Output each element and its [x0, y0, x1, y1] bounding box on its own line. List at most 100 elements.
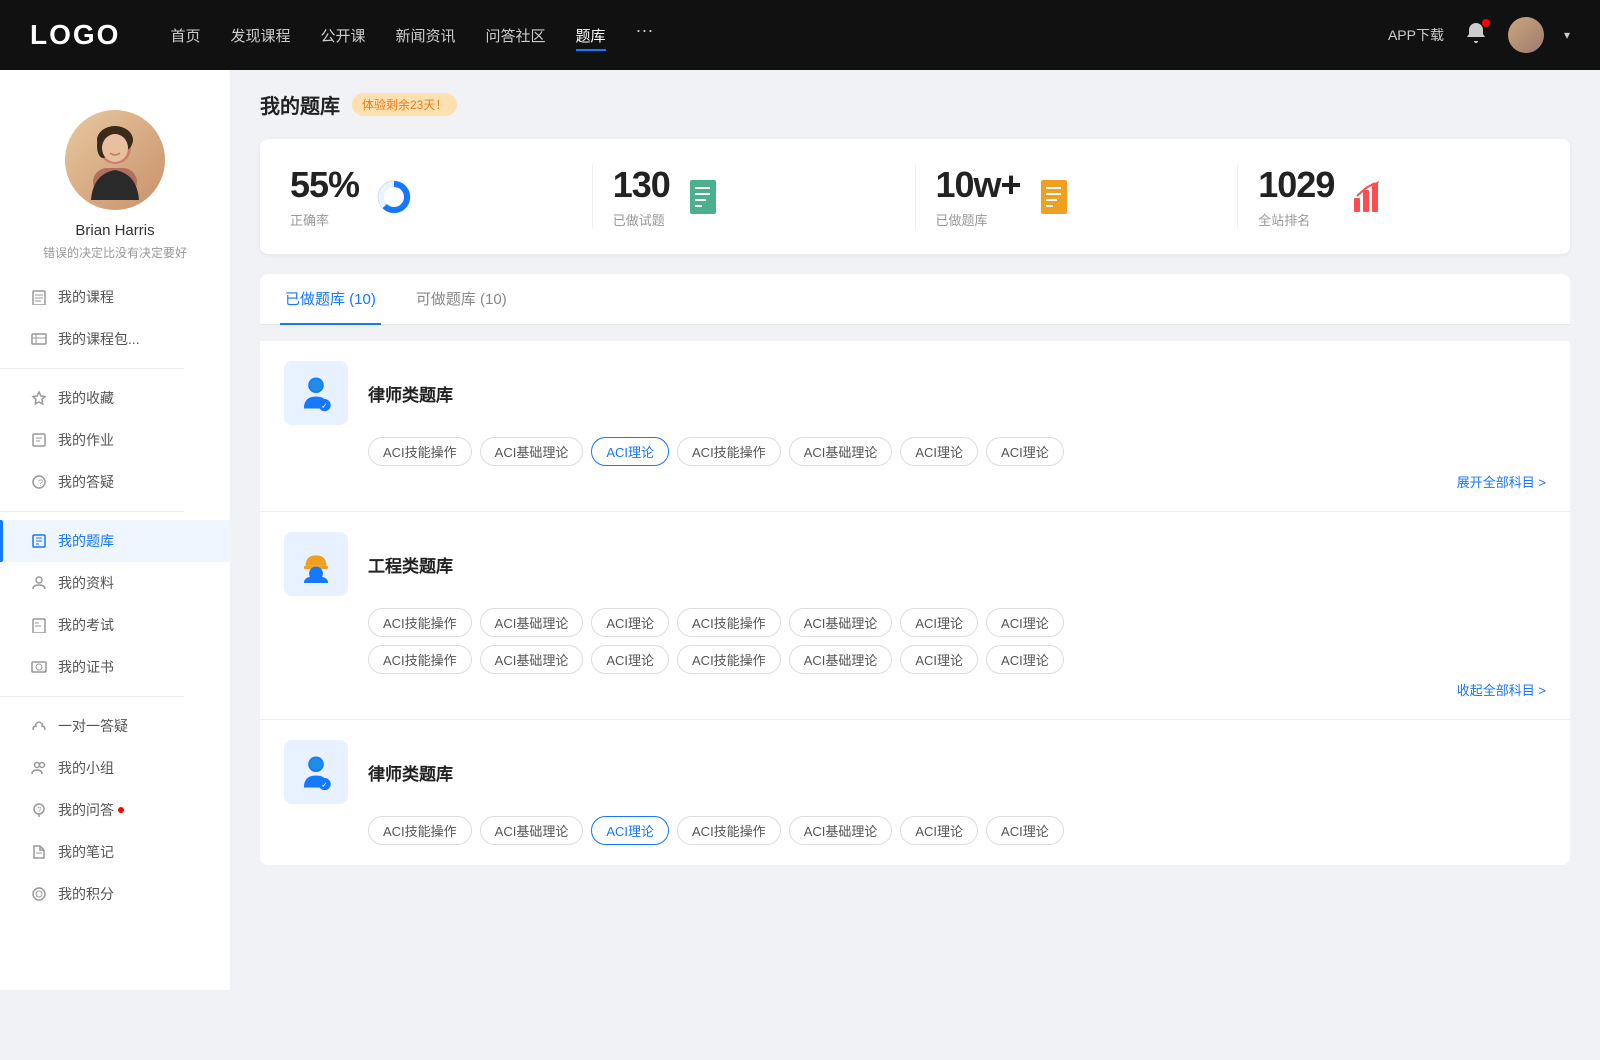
nav-home[interactable]: 首页	[170, 20, 200, 51]
bank-card-3-tags: ACI技能操作 ACI基础理论 ACI理论 ACI技能操作 ACI基础理论 AC…	[284, 816, 1546, 845]
rank-value: 1029	[1258, 164, 1334, 206]
sidebar-label-questionbank: 我的题库	[58, 531, 114, 551]
sidebar-divider-1	[0, 368, 184, 369]
bank-3-tag-6[interactable]: ACI理论	[986, 816, 1064, 845]
bank-3-tag-3[interactable]: ACI技能操作	[677, 816, 781, 845]
sidebar-item-my-qa[interactable]: ? 我的问答	[0, 789, 230, 831]
sidebar-label-favorites: 我的收藏	[58, 388, 114, 408]
sidebar-item-course[interactable]: 我的课程	[0, 276, 230, 318]
bank-1-tag-5[interactable]: ACI理论	[900, 437, 978, 466]
sidebar-item-notes[interactable]: 我的笔记	[0, 831, 230, 873]
profile-motto: 错误的决定比没有决定要好	[43, 244, 187, 261]
bank-1-expand[interactable]: 展开全部科目 >	[284, 466, 1546, 491]
nav-news[interactable]: 新闻资讯	[396, 20, 456, 51]
questions-done-label: 已做试题	[613, 210, 670, 229]
bank-2-collapse[interactable]: 收起全部科目 >	[284, 674, 1546, 699]
rank-value-wrap: 1029 全站排名	[1258, 164, 1334, 229]
course-icon	[30, 288, 48, 306]
bank-2-tag-r2-5[interactable]: ACI理论	[900, 645, 978, 674]
app-download-button[interactable]: APP下载	[1388, 25, 1444, 45]
bank-2-tag-r2-4[interactable]: ACI基础理论	[789, 645, 893, 674]
banks-done-value: 10w+	[936, 164, 1021, 206]
sidebar-item-exam[interactable]: 我的考试	[0, 604, 230, 646]
sidebar-label-course-pkg: 我的课程包...	[58, 329, 140, 349]
bank-2-tag-r2-0[interactable]: ACI技能操作	[368, 645, 472, 674]
nav-discover[interactable]: 发现课程	[230, 20, 290, 51]
bank-3-tag-1[interactable]: ACI基础理论	[480, 816, 584, 845]
nav-questionbank[interactable]: 题库	[576, 20, 606, 51]
sidebar-item-group[interactable]: 我的小组	[0, 747, 230, 789]
bank-1-tag-4[interactable]: ACI基础理论	[789, 437, 893, 466]
user-avatar[interactable]	[1508, 17, 1544, 53]
questions-done-value: 130	[613, 164, 670, 206]
sidebar-label-certificate: 我的证书	[58, 657, 114, 677]
notification-bell[interactable]	[1464, 21, 1488, 50]
nav-qa[interactable]: 问答社区	[486, 20, 546, 51]
nav-more[interactable]: ···	[636, 20, 654, 51]
profile-avatar	[65, 110, 165, 210]
sidebar-item-homework[interactable]: 我的作业	[0, 419, 230, 461]
bank-card-2-tags-row2: ACI技能操作 ACI基础理论 ACI理论 ACI技能操作 ACI基础理论 AC…	[284, 645, 1546, 674]
nav-open-course[interactable]: 公开课	[320, 20, 365, 51]
bank-2-tag-r2-6[interactable]: ACI理论	[986, 645, 1064, 674]
bank-card-3-header: ✓ 律师类题库	[284, 740, 1546, 804]
bank-3-tag-2[interactable]: ACI理论	[591, 816, 669, 845]
doc-yellow-icon	[1037, 178, 1075, 216]
banks-done-label: 已做题库	[936, 210, 1021, 229]
svg-text:✓: ✓	[321, 781, 328, 790]
sidebar: Brian Harris 错误的决定比没有决定要好 我的课程 我的课程包...	[0, 70, 230, 990]
pie-chart-svg	[374, 177, 414, 217]
bank-3-tag-4[interactable]: ACI基础理论	[789, 816, 893, 845]
sidebar-label-points: 我的积分	[58, 884, 114, 904]
sidebar-item-one-on-one[interactable]: 一对一答疑	[0, 705, 230, 747]
points-icon	[30, 885, 48, 903]
bank-3-tag-0[interactable]: ACI技能操作	[368, 816, 472, 845]
bank-2-tag-r1-1[interactable]: ACI基础理论	[480, 608, 584, 637]
notes-icon	[30, 843, 48, 861]
bank-card-2-title: 工程类题库	[368, 552, 453, 577]
sidebar-item-certificate[interactable]: 我的证书	[0, 646, 230, 688]
bank-2-tag-r1-6[interactable]: ACI理论	[986, 608, 1064, 637]
bank-2-tag-r1-3[interactable]: ACI技能操作	[677, 608, 781, 637]
exam-icon	[30, 616, 48, 634]
bank-2-tag-r2-3[interactable]: ACI技能操作	[677, 645, 781, 674]
bank-1-tag-6[interactable]: ACI理论	[986, 437, 1064, 466]
bank-card-2-tags-row1: ACI技能操作 ACI基础理论 ACI理论 ACI技能操作 ACI基础理论 AC…	[284, 608, 1546, 637]
bank-2-tag-r2-1[interactable]: ACI基础理论	[480, 645, 584, 674]
sidebar-profile: Brian Harris 错误的决定比没有决定要好	[43, 90, 187, 276]
bank-2-tag-r1-2[interactable]: ACI理论	[591, 608, 669, 637]
bank-1-tag-2[interactable]: ACI理论	[591, 437, 669, 466]
bank-1-tag-0[interactable]: ACI技能操作	[368, 437, 472, 466]
bank-1-tag-3[interactable]: ACI技能操作	[677, 437, 781, 466]
bank-2-tag-r1-4[interactable]: ACI基础理论	[789, 608, 893, 637]
sidebar-item-course-pkg[interactable]: 我的课程包...	[0, 318, 230, 360]
stat-questions-done: 130 已做试题	[613, 164, 916, 229]
sidebar-item-questionbank[interactable]: 我的题库	[0, 520, 230, 562]
tab-available-banks[interactable]: 可做题库 (10)	[411, 274, 512, 325]
nav-dropdown-arrow[interactable]: ▾	[1564, 28, 1570, 42]
sidebar-item-profile[interactable]: 我的资料	[0, 562, 230, 604]
rank-icon	[1349, 177, 1389, 217]
bank-1-tag-1[interactable]: ACI基础理论	[480, 437, 584, 466]
bank-2-tag-r1-0[interactable]: ACI技能操作	[368, 608, 472, 637]
nav-links: 首页 发现课程 公开课 新闻资讯 问答社区 题库 ···	[170, 20, 1388, 51]
sidebar-item-favorites[interactable]: 我的收藏	[0, 377, 230, 419]
sidebar-item-qa-help[interactable]: ? 我的答疑	[0, 461, 230, 503]
trial-badge: 体验剩余23天！	[352, 93, 457, 116]
tab-done-banks[interactable]: 已做题库 (10)	[280, 274, 381, 325]
sidebar-label-course: 我的课程	[58, 287, 114, 307]
one-on-one-icon	[30, 717, 48, 735]
main-layout: Brian Harris 错误的决定比没有决定要好 我的课程 我的课程包...	[0, 70, 1600, 990]
bank-2-tag-r2-2[interactable]: ACI理论	[591, 645, 669, 674]
svg-text:?: ?	[38, 478, 43, 488]
certificate-icon	[30, 658, 48, 676]
sidebar-item-points[interactable]: 我的积分	[0, 873, 230, 915]
bank-3-tag-5[interactable]: ACI理论	[900, 816, 978, 845]
navbar: LOGO 首页 发现课程 公开课 新闻资讯 问答社区 题库 ··· APP下载 …	[0, 0, 1600, 70]
bank-card-1-title: 律师类题库	[368, 381, 453, 406]
favorites-icon	[30, 389, 48, 407]
rank-label: 全站排名	[1258, 210, 1334, 229]
bank-2-tag-r1-5[interactable]: ACI理论	[900, 608, 978, 637]
banks-done-value-wrap: 10w+ 已做题库	[936, 164, 1021, 229]
sidebar-label-one-on-one: 一对一答疑	[58, 716, 128, 736]
